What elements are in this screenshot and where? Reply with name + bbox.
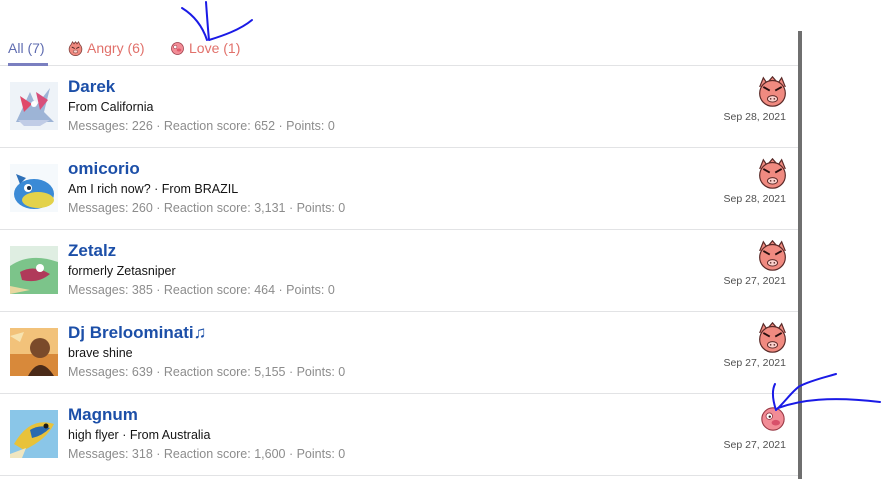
love-reaction-icon: [171, 42, 184, 55]
list-item: Dj Breloominati♫ brave shine Messages: 6…: [0, 312, 798, 394]
list-item: omicorio Am I rich now? · From BRAZIL Me…: [0, 148, 798, 230]
reaction-user-list: Darek From California Messages: 226 · Re…: [0, 66, 798, 476]
tab-love[interactable]: Love (1): [170, 30, 240, 65]
username[interactable]: Darek: [68, 77, 115, 97]
list-item: Darek From California Messages: 226 · Re…: [0, 66, 798, 148]
user-title: high flyer · From Australia: [68, 428, 211, 442]
tab-all[interactable]: All (7): [8, 30, 48, 66]
angry-reaction-icon: [759, 239, 786, 271]
reaction-date: Sep 27, 2021: [723, 357, 786, 369]
panel-border: [798, 31, 802, 479]
reaction-tabs: All (7) Angry (6) Love (1): [0, 30, 800, 66]
angry-reaction-icon: [759, 75, 786, 107]
avatar-image: [10, 164, 58, 212]
avatar[interactable]: [10, 328, 58, 376]
reaction-date: Sep 27, 2021: [723, 439, 786, 451]
reaction-date: Sep 27, 2021: [723, 275, 786, 287]
avatar-image: [10, 410, 58, 458]
user-stats: Messages: 639 · Reaction score: 5,155 · …: [68, 365, 346, 379]
user-stats: Messages: 385 · Reaction score: 464 · Po…: [68, 283, 335, 297]
angry-reaction-icon: [759, 157, 786, 189]
avatar[interactable]: [10, 164, 58, 212]
user-stats: Messages: 226 · Reaction score: 652 · Po…: [68, 119, 335, 133]
angry-reaction-icon: [759, 321, 786, 353]
list-item: Magnum high flyer · From Australia Messa…: [0, 394, 798, 476]
avatar-image: [10, 328, 58, 376]
username[interactable]: Zetalz: [68, 241, 116, 261]
avatar[interactable]: [10, 410, 58, 458]
avatar-image: [10, 82, 58, 130]
user-stats: Messages: 318 · Reaction score: 1,600 · …: [68, 447, 346, 461]
username[interactable]: Dj Breloominati♫: [68, 323, 206, 343]
avatar-image: [10, 246, 58, 294]
user-title: formerly Zetasniper: [68, 264, 176, 278]
username[interactable]: omicorio: [68, 159, 140, 179]
user-title: Am I rich now? · From BRAZIL: [68, 182, 239, 196]
user-stats: Messages: 260 · Reaction score: 3,131 · …: [68, 201, 346, 215]
reactions-overlay: All (7) Angry (6) Love (1) Darek From Ca…: [0, 0, 885, 479]
username[interactable]: Magnum: [68, 405, 138, 425]
user-title: From California: [68, 100, 154, 114]
angry-reaction-icon: [68, 41, 83, 56]
avatar[interactable]: [10, 246, 58, 294]
tab-all-label: All (7): [8, 40, 45, 56]
tab-angry-label: Angry (6): [87, 40, 145, 56]
tab-angry[interactable]: Angry (6): [68, 30, 145, 65]
list-item: Zetalz formerly Zetasniper Messages: 385…: [0, 230, 798, 312]
tab-love-label: Love (1): [189, 40, 241, 56]
avatar[interactable]: [10, 82, 58, 130]
reaction-date: Sep 28, 2021: [723, 111, 786, 123]
reaction-date: Sep 28, 2021: [723, 193, 786, 205]
user-title: brave shine: [68, 346, 133, 360]
love-reaction-icon: [761, 407, 785, 431]
